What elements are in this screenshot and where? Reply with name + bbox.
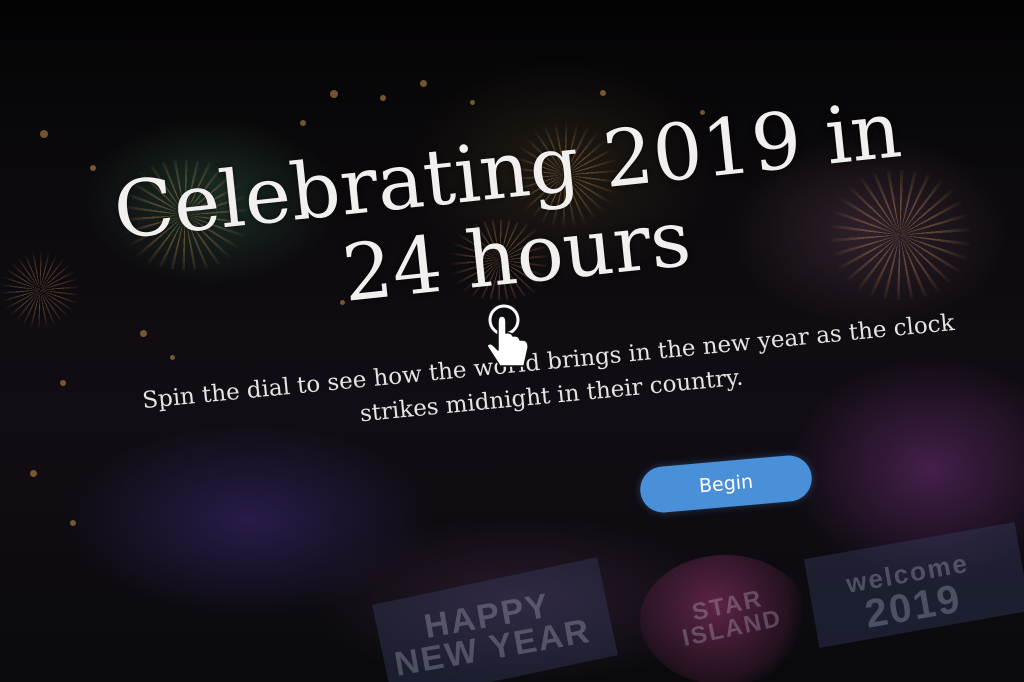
hand-pointer-icon xyxy=(486,304,529,367)
begin-button[interactable]: Begin xyxy=(638,453,814,515)
fireworks-background: HAPPY NEW YEAR STAR ISLAND welcome 2019 … xyxy=(0,0,1024,682)
